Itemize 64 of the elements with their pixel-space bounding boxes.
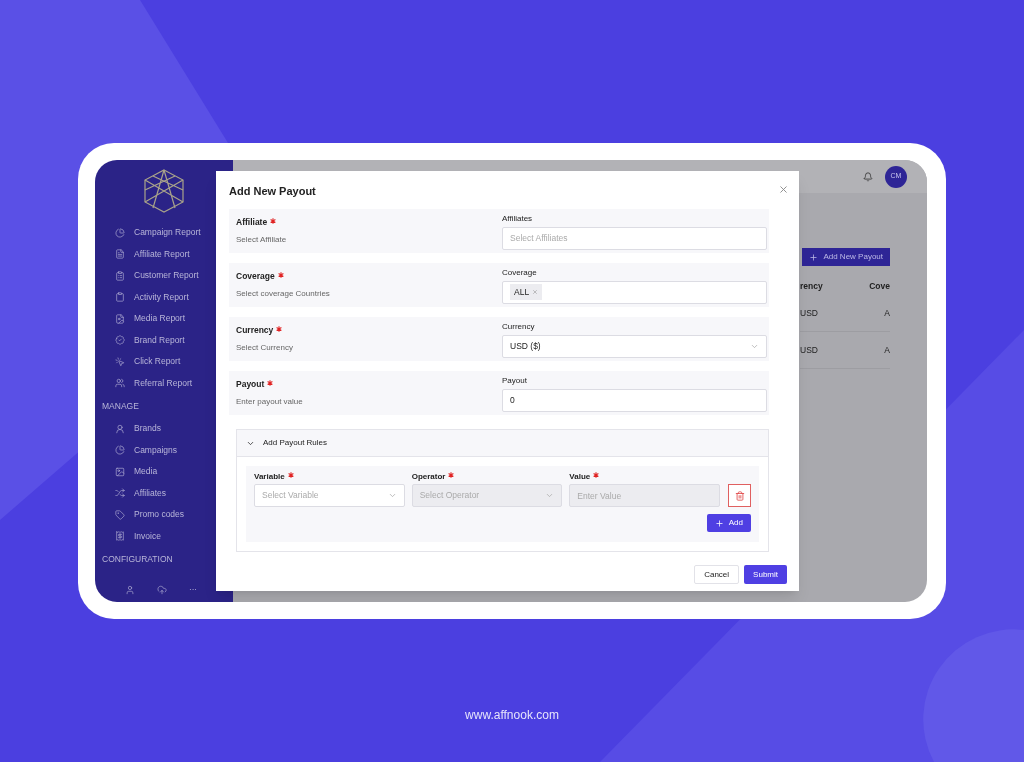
sidebar-item-icon [115, 227, 125, 238]
sidebar-item-icon [115, 488, 125, 498]
payout-rules-header[interactable]: Add Payout Rules [237, 430, 768, 457]
field-hint: Select coverage Countries [236, 287, 331, 300]
add-rule-button[interactable]: Add [706, 514, 751, 532]
delete-button[interactable] [728, 484, 751, 507]
column-header: Cove [869, 280, 890, 293]
more-icon[interactable]: ··· [189, 584, 197, 596]
field-label: Coverage [502, 266, 538, 279]
input-field: Enter Value [569, 484, 720, 507]
field-title: Affiliate [236, 216, 268, 229]
sidebar-item-icon [115, 466, 125, 477]
chevron-down-icon [387, 491, 397, 500]
field-hint: Enter payout value [236, 395, 304, 408]
rule-field-label: Operator [411, 470, 446, 483]
tag-chip[interactable]: ALL [510, 284, 543, 300]
hexagon-logo-icon [141, 168, 187, 214]
sidebar-item-icon [115, 531, 125, 541]
dialog-title: Add New Payout [229, 183, 316, 199]
user-icon[interactable] [125, 585, 135, 595]
sidebar-item-icon [115, 292, 125, 303]
sidebar-item-icon [115, 249, 125, 260]
coverage-field[interactable]: ALL [502, 280, 767, 304]
input-field[interactable]: 0 [502, 388, 767, 412]
trash-icon [734, 490, 745, 501]
field-title: Payout [236, 378, 265, 391]
rule-field-label: Variable [254, 470, 285, 483]
select-field: Select Operator [411, 484, 563, 507]
sidebar-item-icon [115, 313, 125, 324]
sidebar-item-icon [115, 356, 125, 367]
field-label: Payout [502, 374, 528, 387]
bell-icon[interactable] [863, 171, 873, 182]
select-field[interactable]: USD ($) [502, 334, 767, 358]
cloud-upload-icon[interactable] [157, 585, 167, 595]
sidebar-item-icon [115, 445, 125, 455]
table-cell: A [884, 306, 890, 320]
column-header: rency [800, 280, 823, 293]
field-label: Affiliates [502, 212, 534, 225]
submit-button[interactable]: Submit [744, 565, 787, 584]
plus-icon [714, 518, 724, 528]
field-title: Coverage [236, 270, 275, 283]
field-title: Currency [236, 324, 274, 337]
table-cell: A [884, 343, 890, 357]
website-url: www.affnook.com [465, 707, 559, 724]
rule-field-label: Value [569, 470, 591, 483]
input-field[interactable]: Select Affiliates [502, 226, 767, 250]
chevron-down-icon [545, 491, 555, 500]
field-label: Currency [502, 320, 536, 333]
sidebar-item-icon [115, 509, 125, 520]
add-new-payout-button[interactable]: Add New Payout [802, 248, 890, 266]
table-cell: USD [800, 306, 818, 320]
sidebar-section-title: MANAGE [101, 400, 140, 413]
sidebar-section-title: CONFIGURATION [101, 552, 174, 566]
field-hint: Select Currency [236, 341, 294, 354]
cancel-button[interactable]: Cancel [694, 565, 740, 584]
sidebar-item-icon [115, 335, 125, 346]
sidebar-item[interactable]: Invoice [95, 525, 233, 547]
sidebar-item-icon [115, 378, 125, 389]
sidebar-item-icon [115, 270, 125, 281]
close-icon[interactable] [778, 183, 789, 195]
plus-icon [809, 252, 819, 262]
table-cell: USD [800, 343, 818, 357]
field-hint: Select Affiliate [236, 233, 288, 246]
sidebar-item-icon [115, 423, 125, 434]
